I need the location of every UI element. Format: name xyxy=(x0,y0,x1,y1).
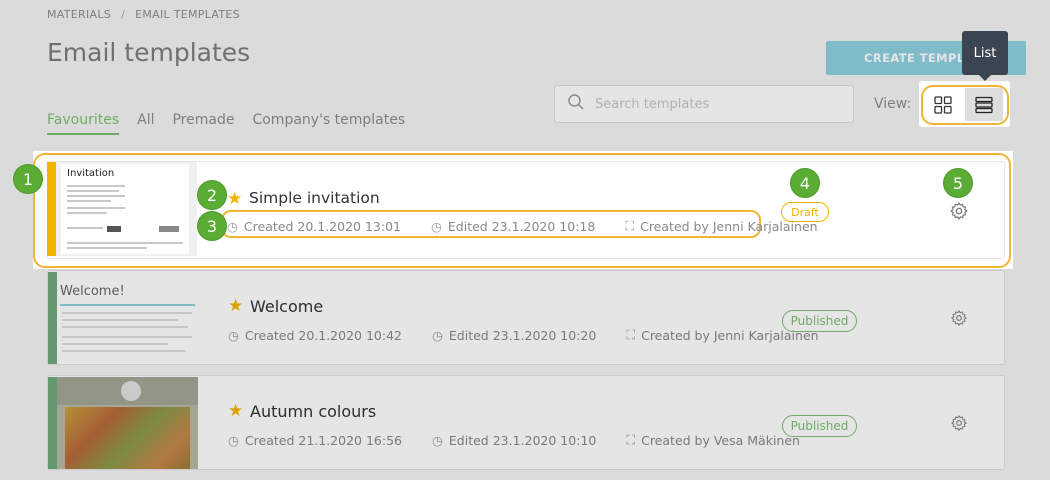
status-badge: Published xyxy=(782,310,857,332)
creator-text: Created by Vesa Mäkinen xyxy=(641,432,800,448)
thumbnail-text-line xyxy=(62,312,192,314)
gear-icon[interactable] xyxy=(950,309,968,331)
thumbnail-text-line xyxy=(62,319,178,321)
thumbnail-text-line xyxy=(62,343,168,345)
thumbnail-text-line xyxy=(67,185,125,187)
breadcrumb-separator: / xyxy=(121,8,126,21)
search-input[interactable] xyxy=(595,96,835,112)
search-box xyxy=(554,85,854,123)
thumbnail-text-line xyxy=(67,212,107,214)
list-tooltip: List xyxy=(962,31,1008,81)
template-meta: ◷ Created 20.1.2020 10:42 ◷ Edited 23.1.20… xyxy=(228,327,849,343)
clock-icon: ◷ xyxy=(430,218,442,234)
thumbnail-text-line xyxy=(67,195,125,197)
search-icon xyxy=(567,93,585,115)
thumbnail-stripe xyxy=(48,377,57,469)
grid-icon xyxy=(934,95,952,114)
status-badge: Draft xyxy=(781,202,829,222)
favourite-star-icon[interactable]: ★ xyxy=(227,189,242,209)
tab-all[interactable]: All xyxy=(137,112,154,135)
thumbnail-title: Welcome! xyxy=(60,284,125,299)
callout-marker-2: 2 xyxy=(197,180,227,210)
tab-favourites[interactable]: Favourites xyxy=(47,112,120,135)
thumbnail-text-line xyxy=(67,207,125,209)
thumbnail-stripe xyxy=(47,162,56,256)
breadcrumb: MATERIALS / EMAIL TEMPLATES xyxy=(47,8,240,21)
thumbnail-text-line xyxy=(67,227,103,229)
tab-premade[interactable]: Premade xyxy=(172,112,234,135)
thumbnail-title: Invitation xyxy=(67,168,115,179)
thumbnail-divider xyxy=(60,304,195,306)
favourite-star-icon[interactable]: ★ xyxy=(228,296,243,316)
page-title: Email templates xyxy=(47,38,251,67)
thumbnail-logo xyxy=(121,381,141,401)
edited-text: Edited 23.1.2020 10:18 xyxy=(447,218,596,234)
user-icon: ⛶ xyxy=(625,218,635,233)
thumbnail-text-line xyxy=(62,350,186,352)
created-text: Created 20.1.2020 10:42 xyxy=(244,327,402,343)
template-tabs: Favourites All Premade Company's templat… xyxy=(47,112,423,135)
thumbnail-button xyxy=(107,226,121,232)
breadcrumb-email-templates: EMAIL TEMPLATES xyxy=(135,8,240,21)
thumbnail-text-line xyxy=(67,242,183,244)
clock-icon: ◷ xyxy=(228,432,239,448)
template-meta: ◷ Created 21.1.2020 16:56 ◷ Edited 23.1.20… xyxy=(228,432,830,448)
thumbnail-text-line xyxy=(67,200,111,202)
clock-icon: ◷ xyxy=(431,327,443,343)
thumbnail-card: Invitation xyxy=(61,164,189,254)
created-text: Created 20.1.2020 13:01 xyxy=(243,218,401,234)
template-row-welcome[interactable]: Welcome! ★ Welcome ◷ Created 20.1.2020 10… xyxy=(47,270,1005,365)
template-thumbnail[interactable] xyxy=(48,377,198,469)
edited-date: ◷ Edited 23.1.2020 10:18 xyxy=(431,218,595,234)
thumbnail-card xyxy=(57,377,198,469)
user-icon: ⛶ xyxy=(626,432,636,447)
gear-icon[interactable] xyxy=(950,414,968,436)
creator: ⛶ Created by Vesa Mäkinen xyxy=(626,432,800,448)
clock-icon: ◷ xyxy=(228,327,239,343)
created-text: Created 21.1.2020 16:56 xyxy=(244,432,402,448)
clock-icon: ◷ xyxy=(227,218,238,234)
template-row-autumn-colours[interactable]: ★ Autumn colours ◷ Created 21.1.2020 16:5… xyxy=(47,375,1005,470)
favourite-star-icon[interactable]: ★ xyxy=(228,401,243,421)
thumbnail-autumn-image xyxy=(65,407,190,469)
thumbnail-card: Welcome! xyxy=(57,272,198,364)
created-date: ◷ Created 21.1.2020 16:56 xyxy=(228,432,402,448)
template-list: Welcome! ★ Welcome ◷ Created 20.1.2020 10… xyxy=(47,270,1005,480)
created-date: ◷ Created 20.1.2020 10:42 xyxy=(228,327,402,343)
breadcrumb-materials[interactable]: MATERIALS xyxy=(47,8,111,21)
status-badge: Published xyxy=(782,415,857,437)
edited-date: ◷ Edited 23.1.2020 10:10 xyxy=(432,432,596,448)
thumbnail-text-line xyxy=(62,336,192,338)
callout-marker-1: 1 xyxy=(13,164,43,194)
clock-icon: ◷ xyxy=(431,432,443,448)
callout-marker-3: 3 xyxy=(197,211,227,241)
template-name[interactable]: Welcome xyxy=(250,297,323,316)
thumbnail-stripe xyxy=(48,272,57,364)
list-icon xyxy=(975,96,993,113)
thumbnail-text-line xyxy=(67,190,119,192)
callout-marker-4: 4 xyxy=(790,168,820,198)
template-meta: ◷ Created 20.1.2020 13:01 ◷ Edited 23.1.20… xyxy=(227,218,848,234)
template-thumbnail[interactable]: Welcome! xyxy=(48,272,198,364)
template-thumbnail[interactable]: Invitation xyxy=(47,162,197,256)
gear-icon[interactable] xyxy=(949,201,969,225)
created-date: ◷ Created 20.1.2020 13:01 xyxy=(227,218,401,234)
thumbnail-text-line xyxy=(62,326,188,328)
list-view-button[interactable] xyxy=(965,88,1003,121)
edited-text: Edited 23.1.2020 10:20 xyxy=(448,327,597,343)
template-name[interactable]: Simple invitation xyxy=(249,189,380,207)
tab-company-templates[interactable]: Company's templates xyxy=(252,112,405,135)
callout-marker-5: 5 xyxy=(943,168,973,198)
edited-date: ◷ Edited 23.1.2020 10:20 xyxy=(432,327,596,343)
thumbnail-text-line xyxy=(67,247,147,249)
user-icon: ⛶ xyxy=(626,327,636,342)
grid-view-button[interactable] xyxy=(925,88,961,121)
template-name[interactable]: Autumn colours xyxy=(250,402,376,421)
highlighted-template-panel: Invitation ★ Simple invitation ◷ Created … xyxy=(33,151,1013,269)
thumbnail-button xyxy=(159,226,179,232)
edited-text: Edited 23.1.2020 10:10 xyxy=(448,432,597,448)
view-label: View: xyxy=(874,96,912,112)
view-toggle xyxy=(919,81,1010,127)
